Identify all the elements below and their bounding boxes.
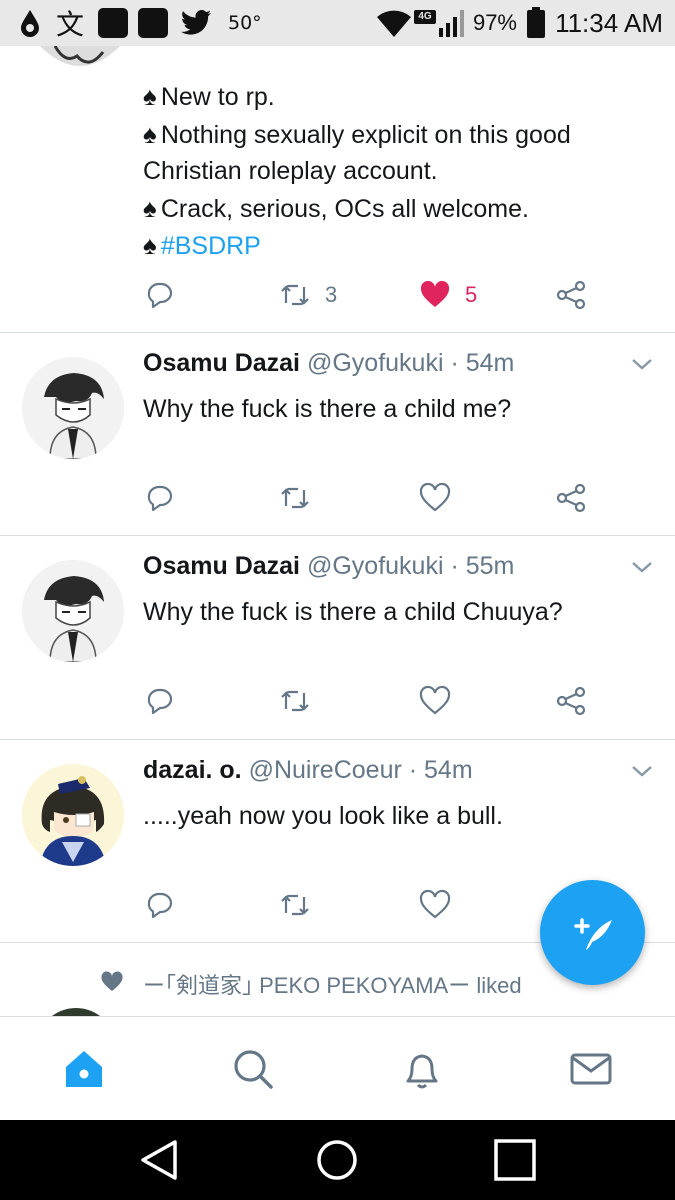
retweet-button[interactable]: [279, 478, 311, 518]
tweet[interactable]: ♠ New to rp. ♠ Nothing sexually explicit o…: [0, 46, 675, 333]
heart-icon: [420, 280, 450, 307]
chevron-down-icon[interactable]: [631, 357, 653, 371]
spade-icon: ♠: [143, 81, 157, 111]
tweet-actions: [143, 885, 603, 925]
wifi-icon: [377, 10, 411, 37]
network-badge: 4G: [414, 10, 436, 24]
like-button[interactable]: [419, 885, 451, 925]
share-icon: [556, 483, 586, 513]
chevron-down-icon[interactable]: [631, 560, 653, 574]
tweet-line: Nothing sexually explicit on this good: [160, 120, 571, 149]
retweet-button[interactable]: 3: [279, 275, 337, 315]
status-bar: 文 50° 4G 97% 11:34 AM: [0, 0, 675, 46]
twitter-bird-icon: [181, 10, 211, 35]
hashtag-link[interactable]: #BSDRP: [161, 232, 261, 260]
tweet-header: Osamu Dazai @Gyofukuki · 55m: [143, 552, 514, 581]
tweet-text: ♠ New to rp. ♠ Nothing sexually explicit o…: [143, 78, 571, 265]
tweet-actions: [143, 681, 603, 721]
retweet-button[interactable]: [279, 885, 311, 925]
reply-icon: [147, 282, 173, 309]
envelope-icon[interactable]: [569, 1047, 613, 1091]
heart-icon: [101, 971, 123, 991]
reply-icon: [147, 892, 173, 919]
temperature-readout: 50°: [228, 12, 262, 34]
tweet-text: Why the fuck is there a child me?: [143, 395, 512, 423]
handle-timestamp: @Gyofukuki · 55m: [306, 552, 515, 580]
like-count: 5: [465, 282, 478, 307]
tweet-actions: 3 5: [143, 275, 603, 315]
drop-icon: [21, 10, 39, 37]
share-button[interactable]: [555, 275, 587, 315]
display-name[interactable]: Osamu Dazai: [143, 552, 300, 580]
spade-icon: ♠: [143, 230, 157, 260]
share-icon: [556, 686, 586, 716]
retweet-icon: [281, 284, 309, 306]
app-notification-icon: [98, 8, 128, 38]
reply-button[interactable]: [143, 885, 175, 925]
signal-icon: [439, 10, 464, 37]
compose-tweet-button[interactable]: [540, 880, 645, 985]
heart-icon: [419, 482, 451, 512]
tweet[interactable]: Osamu Dazai @Gyofukuki · 55m Why the fuc…: [0, 536, 675, 740]
reply-button[interactable]: [143, 275, 175, 315]
retweet-button[interactable]: [279, 681, 311, 721]
tweet-actions: [143, 478, 603, 518]
heart-icon: [419, 685, 451, 715]
share-button[interactable]: [555, 478, 587, 518]
reply-button[interactable]: [143, 478, 175, 518]
avatar-partial: [40, 46, 120, 66]
search-icon[interactable]: [231, 1047, 275, 1091]
reply-icon: [147, 485, 173, 512]
share-icon: [556, 280, 586, 310]
avatar[interactable]: [22, 357, 124, 459]
spade-icon: ♠: [143, 118, 157, 149]
bell-icon[interactable]: [400, 1047, 444, 1091]
retweet-icon: [281, 690, 309, 712]
clock: 11:34 AM: [555, 7, 663, 38]
tweet[interactable]: Osamu Dazai @Gyofukuki · 54m Why the fuc…: [0, 333, 675, 536]
avatar[interactable]: [22, 560, 124, 662]
next-tweet-avatar-peek: [36, 1008, 116, 1016]
battery-percent: 97%: [472, 10, 517, 35]
svg-text:文: 文: [56, 8, 84, 40]
tweet-header: Osamu Dazai @Gyofukuki · 54m: [143, 349, 514, 378]
heart-icon: [419, 889, 451, 919]
home-icon[interactable]: [62, 1047, 106, 1091]
reply-button[interactable]: [143, 681, 175, 721]
like-button[interactable]: [419, 478, 451, 518]
like-button[interactable]: [419, 681, 451, 721]
display-name[interactable]: dazai. o.: [143, 756, 242, 784]
recent-apps-icon[interactable]: [493, 1138, 537, 1182]
tweet-text: .....yeah now you look like a bull.: [143, 802, 503, 830]
avatar[interactable]: [22, 764, 124, 866]
display-name[interactable]: Osamu Dazai: [143, 349, 300, 377]
android-nav-bar: [0, 1120, 675, 1200]
tweet-line: Christian roleplay account.: [143, 157, 438, 185]
handle-timestamp: @NuireCoeur · 54m: [248, 756, 473, 784]
bottom-tab-bar: [0, 1016, 675, 1120]
home-circle-icon[interactable]: [315, 1138, 359, 1182]
tweet-line: New to rp.: [160, 83, 275, 111]
chevron-down-icon[interactable]: [631, 764, 653, 778]
retweet-count: 3: [325, 282, 338, 307]
tweet-line: Crack, serious, OCs all welcome.: [160, 194, 529, 223]
back-icon[interactable]: [137, 1138, 181, 1182]
translate-icon: 文: [56, 8, 84, 40]
retweet-icon: [281, 487, 309, 509]
share-button[interactable]: [555, 681, 587, 721]
tweet-text: Why the fuck is there a child Chuuya?: [143, 598, 563, 626]
retweet-icon: [281, 894, 309, 916]
battery-icon: [527, 7, 545, 38]
reply-icon: [147, 688, 173, 715]
compose-tweet-icon: [573, 917, 612, 950]
liked-notice-text: ー｢剣道家｣ PEKO PEKOYAMAー liked: [143, 973, 522, 998]
timeline-feed[interactable]: ♠ New to rp. ♠ Nothing sexually explicit o…: [0, 46, 675, 1016]
like-button[interactable]: 5: [419, 275, 477, 315]
app-notification-icon: [138, 8, 168, 38]
handle-timestamp: @Gyofukuki · 54m: [306, 349, 515, 377]
spade-icon: ♠: [143, 192, 157, 223]
tweet-header: dazai. o. @NuireCoeur · 54m: [143, 756, 473, 785]
